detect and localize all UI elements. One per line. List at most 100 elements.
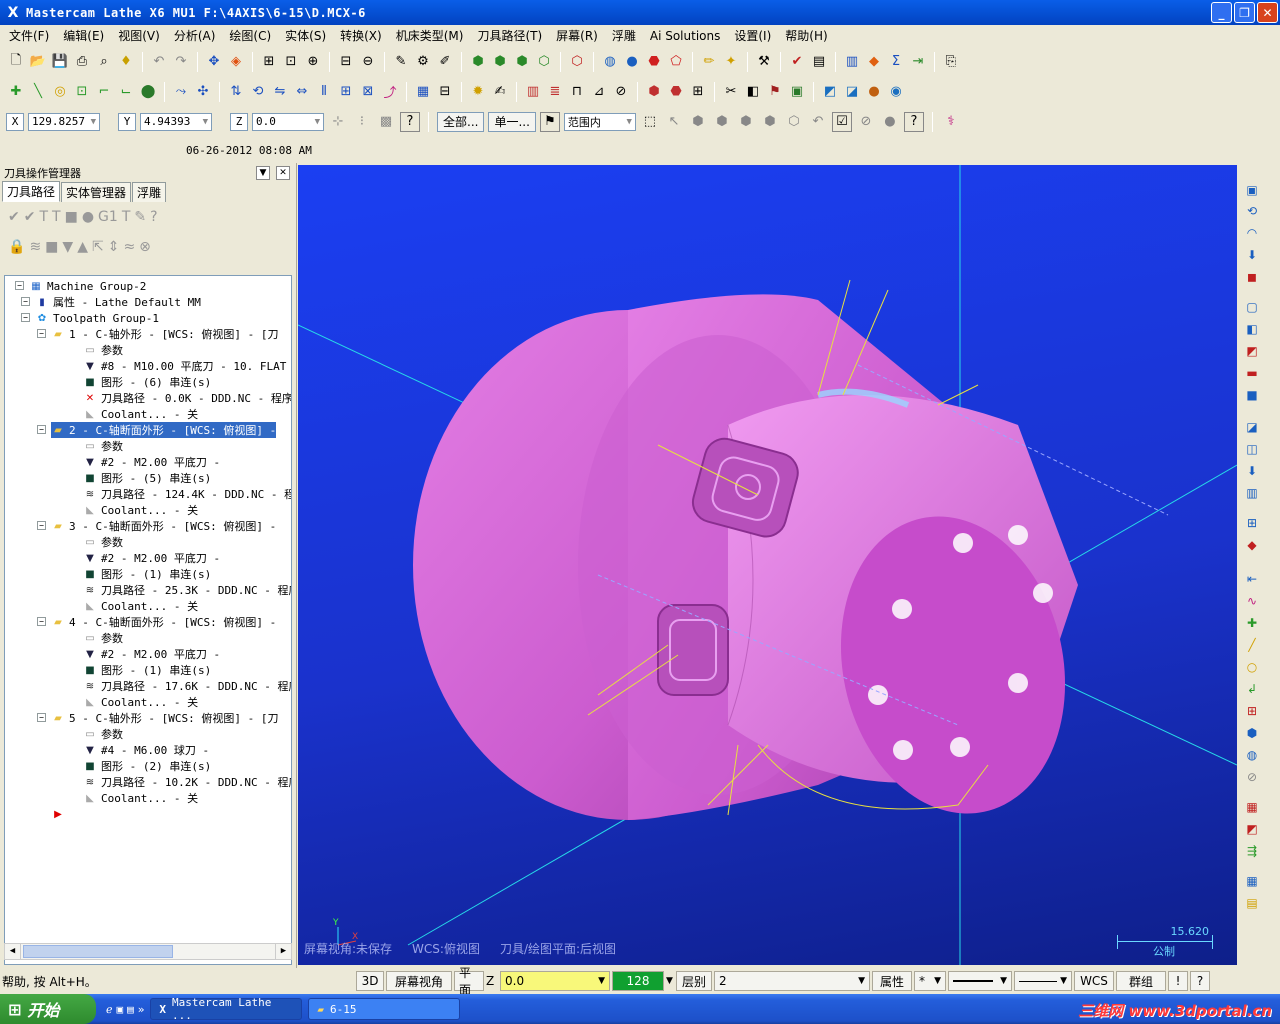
- analyze-icon[interactable]: ⚙: [413, 52, 433, 72]
- pan-icon[interactable]: ✥: [204, 52, 224, 72]
- notepad-icon[interactable]: ▤: [127, 1003, 134, 1016]
- arrow-down-icon[interactable]: ⬇: [1244, 247, 1260, 263]
- save-icon[interactable]: 💾: [50, 52, 70, 72]
- globe-icon[interactable]: ◍: [600, 52, 620, 72]
- view-top-icon[interactable]: ⬢: [490, 52, 510, 72]
- minimize-button[interactable]: _: [1211, 2, 1232, 23]
- tree-row[interactable]: ▭ 参数: [83, 630, 123, 646]
- verify-selection-icon[interactable]: ⚑: [539, 111, 560, 132]
- tree-expander[interactable]: −: [37, 329, 46, 338]
- color-dropdown-icon[interactable]: ▼: [666, 976, 676, 986]
- screen-view-button[interactable]: 屏幕视角: [386, 971, 452, 991]
- help-question-button[interactable]: ?: [1190, 971, 1210, 991]
- tree-row[interactable]: ▭ 参数: [83, 438, 123, 454]
- rectangle-icon[interactable]: ⊡: [72, 82, 92, 102]
- report-icon[interactable]: ●: [864, 82, 884, 102]
- fillet-icon[interactable]: ⌐: [94, 82, 114, 102]
- post-icon[interactable]: ⇥: [908, 52, 928, 72]
- undo-icon[interactable]: ↶: [149, 52, 169, 72]
- regenerate-dirty-icon[interactable]: T: [52, 209, 61, 225]
- zoom-window-icon[interactable]: ⊡: [281, 52, 301, 72]
- line-right-icon[interactable]: ╱: [1244, 637, 1260, 653]
- snap-settings-icon[interactable]: ⚕: [941, 112, 961, 132]
- selection-mode-select[interactable]: 范围内 ▼: [563, 112, 636, 131]
- gcode-icon[interactable]: G1: [98, 209, 118, 225]
- menu-item-3[interactable]: 分析(A): [167, 27, 223, 44]
- window-select-icon[interactable]: ⬚: [640, 112, 660, 132]
- analyze-entity-icon[interactable]: ✐: [435, 52, 455, 72]
- regenerate-icon[interactable]: T: [39, 209, 48, 225]
- tree-row[interactable]: ◣ Coolant... - 关: [83, 694, 198, 710]
- line-icon[interactable]: ╲: [28, 82, 48, 102]
- tree-row[interactable]: ▼ #2 - M2.00 平底刀 -: [83, 550, 220, 566]
- toolpath-drill-icon[interactable]: ⊘: [611, 82, 631, 102]
- zoom-in-icon[interactable]: ⊕: [303, 52, 323, 72]
- tree-row[interactable]: ▼ #2 - M2.00 平底刀 -: [83, 646, 220, 662]
- view-side-icon[interactable]: ⬡: [534, 52, 554, 72]
- menu-item-13[interactable]: 帮助(H): [778, 27, 834, 44]
- tree-row[interactable]: ■ 图形 - (1) 串连(s): [83, 566, 211, 582]
- ops-help-icon[interactable]: ?: [150, 209, 157, 225]
- post-ops-icon[interactable]: T: [122, 209, 131, 225]
- sphere-icon[interactable]: ●: [622, 52, 642, 72]
- layout-icon[interactable]: ⊞: [1244, 515, 1260, 531]
- toolpath-rough-icon[interactable]: ▥: [523, 82, 543, 102]
- pointer-icon[interactable]: ↖: [664, 112, 684, 132]
- select-dirty-ops-icon[interactable]: ✔: [24, 209, 36, 225]
- xform-mirror-icon[interactable]: ⇋: [270, 82, 290, 102]
- verify-icon[interactable]: ◆: [864, 52, 884, 72]
- tree-expander[interactable]: −: [37, 713, 46, 722]
- grid-icon[interactable]: ▦: [413, 82, 433, 102]
- tree-row[interactable]: ■ 图形 - (2) 串连(s): [83, 758, 211, 774]
- line-style-select[interactable]: ▼: [948, 971, 1012, 991]
- close-button[interactable]: ✕: [1257, 2, 1278, 23]
- y-coordinate-field[interactable]: 4.94393 ▼: [140, 112, 212, 131]
- tree-row[interactable]: ✿ Toolpath Group-1: [35, 310, 159, 326]
- tree-row[interactable]: ≋ 刀具路径 - 10.2K - DDD.NC - 程序: [83, 774, 291, 790]
- tree-row[interactable]: ■ 图形 - (5) 串连(s): [83, 470, 211, 486]
- sigma-icon[interactable]: Σ: [886, 52, 906, 72]
- tree-row[interactable]: ≋ 刀具路径 - 17.6K - DDD.NC - 程序: [83, 678, 291, 694]
- tree-row[interactable]: ▰ 2 - C-轴断面外形 - [WCS: 俯视图] -: [51, 422, 277, 438]
- view-iso-icon[interactable]: ⬢: [468, 52, 488, 72]
- extrude-icon[interactable]: ◧: [1244, 321, 1260, 337]
- repaint-icon[interactable]: ◈: [226, 52, 246, 72]
- color-button[interactable]: 128: [612, 971, 664, 991]
- point-icon[interactable]: ✚: [6, 82, 26, 102]
- xform-translate-icon[interactable]: ⇅: [226, 82, 246, 102]
- tree-row[interactable]: ▰ 5 - C-轴外形 - [WCS: 俯视图] - [刀: [51, 710, 278, 726]
- x-coordinate-field[interactable]: 129.8257 ▼: [28, 112, 100, 131]
- tree-row[interactable]: ▼ #4 - M6.00 球刀 -: [83, 742, 209, 758]
- chuck-icon[interactable]: ⬣: [666, 82, 686, 102]
- move-down-icon[interactable]: ▼: [62, 239, 73, 255]
- xform-stretch-icon[interactable]: ⊠: [358, 82, 378, 102]
- tool-settings-icon[interactable]: ⚒: [754, 52, 774, 72]
- backplot-icon[interactable]: ▥: [842, 52, 862, 72]
- light-icon[interactable]: ✹: [468, 82, 488, 102]
- menu-item-2[interactable]: 视图(V): [111, 27, 167, 44]
- snap-icon[interactable]: ▩: [376, 112, 396, 132]
- new-file-icon[interactable]: 🗋: [6, 52, 26, 72]
- arc-icon[interactable]: ◠: [1244, 225, 1260, 241]
- tree-expander[interactable]: −: [37, 617, 46, 626]
- tree-expander[interactable]: −: [37, 521, 46, 530]
- tree-horizontal-scrollbar[interactable]: ◀ ▶: [4, 943, 292, 960]
- menu-item-12[interactable]: 设置(I): [727, 27, 778, 44]
- loft-icon[interactable]: ■: [1244, 387, 1260, 403]
- attribute-icon[interactable]: ⇶: [1244, 843, 1260, 859]
- 3d-toggle[interactable]: 3D: [356, 971, 384, 991]
- zoom-out-icon[interactable]: ⊖: [358, 52, 378, 72]
- fast-point-icon[interactable]: ⊹: [328, 112, 348, 132]
- gray-circle-icon[interactable]: ●: [880, 112, 900, 132]
- wand-icon[interactable]: ✦: [721, 52, 741, 72]
- menu-item-4[interactable]: 绘图(C): [222, 27, 278, 44]
- layer-icon[interactable]: ⊟: [435, 82, 455, 102]
- point-right-icon[interactable]: ✚: [1244, 615, 1260, 631]
- tree-expander[interactable]: −: [21, 313, 30, 322]
- body-select-icon[interactable]: ⬢: [760, 112, 780, 132]
- solid-outline-icon[interactable]: ⬠: [666, 52, 686, 72]
- help-check-icon[interactable]: ✔: [787, 52, 807, 72]
- view-top-right-icon[interactable]: ▣: [1244, 182, 1260, 198]
- options-icon[interactable]: ◉: [886, 82, 906, 102]
- notes-icon[interactable]: ▤: [1244, 895, 1260, 911]
